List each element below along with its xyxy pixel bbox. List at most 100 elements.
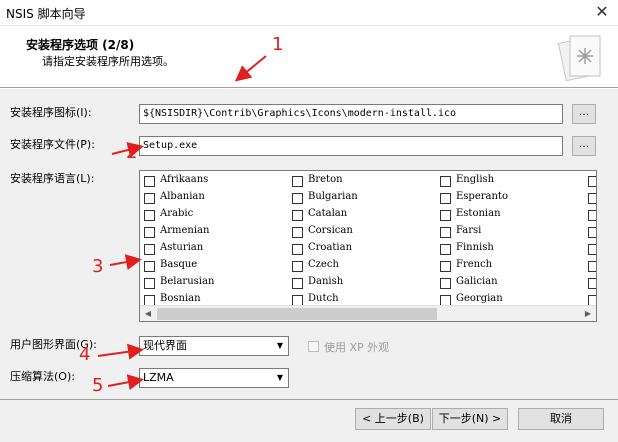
installer-icon-input[interactable]: ${NSISDIR}\Contrib\Graphics\Icons\modern… bbox=[139, 104, 563, 124]
language-label: Galician bbox=[456, 276, 498, 287]
language-checkbox[interactable] bbox=[292, 193, 303, 204]
installer-file-input[interactable]: Setup.exe bbox=[139, 136, 563, 156]
language-item[interactable]: Esperanto bbox=[436, 190, 586, 207]
chevron-down-icon[interactable]: ▼ bbox=[272, 369, 288, 387]
compress-select[interactable]: LZMA ▼ bbox=[139, 368, 289, 388]
language-column-4-partial bbox=[584, 173, 596, 309]
scroll-right-icon[interactable]: ▶ bbox=[580, 306, 596, 321]
language-checkbox[interactable] bbox=[292, 176, 303, 187]
language-label: Czech bbox=[308, 259, 339, 270]
language-label: Farsi bbox=[456, 225, 482, 236]
language-checkbox[interactable] bbox=[440, 261, 451, 272]
language-checkbox[interactable] bbox=[292, 278, 303, 289]
back-button[interactable]: < 上一步(B) bbox=[355, 408, 431, 430]
language-column-1: Afrikaans Albanian Arabic Armenian Asturian B… bbox=[140, 173, 290, 309]
language-checkbox[interactable] bbox=[440, 210, 451, 221]
file-label: 安装程序文件(P): bbox=[10, 138, 95, 151]
wizard-header: 安装程序选项 (2/8) 请指定安装程序所用选项。 bbox=[0, 26, 618, 89]
language-label: Bulgarian bbox=[308, 191, 358, 202]
language-checkbox[interactable] bbox=[588, 261, 596, 272]
browse-file-button[interactable]: ... bbox=[572, 136, 596, 156]
language-checkbox[interactable] bbox=[440, 193, 451, 204]
language-checkbox[interactable] bbox=[144, 261, 155, 272]
language-checkbox[interactable] bbox=[292, 227, 303, 238]
language-label: Breton bbox=[308, 174, 343, 185]
language-label: Croatian bbox=[308, 242, 353, 253]
scroll-left-icon[interactable]: ◀ bbox=[140, 306, 156, 321]
language-item[interactable]: Albanian bbox=[140, 190, 290, 207]
language-checkbox[interactable] bbox=[144, 244, 155, 255]
title-bar: NSIS 脚本向导 ✕ bbox=[0, 0, 618, 26]
language-label: Basque bbox=[160, 259, 198, 270]
chevron-down-icon[interactable]: ▼ bbox=[272, 337, 288, 355]
language-label: Estonian bbox=[456, 208, 501, 219]
language-checkbox[interactable] bbox=[144, 193, 155, 204]
language-item[interactable]: Belarusian bbox=[140, 275, 290, 292]
language-item[interactable]: Corsican bbox=[288, 224, 438, 241]
language-checkbox[interactable] bbox=[588, 278, 596, 289]
language-checkbox[interactable] bbox=[588, 176, 596, 187]
language-checkbox[interactable] bbox=[440, 244, 451, 255]
language-checkbox[interactable] bbox=[588, 210, 596, 221]
wizard-footer: < 上一步(B) 下一步(N) > 取消 bbox=[0, 399, 618, 442]
language-checkbox[interactable] bbox=[588, 227, 596, 238]
language-label: Finnish bbox=[456, 242, 494, 253]
language-item[interactable]: Galician bbox=[436, 275, 586, 292]
language-item[interactable]: Basque bbox=[140, 258, 290, 275]
language-checkbox[interactable] bbox=[144, 176, 155, 187]
language-checkbox[interactable] bbox=[292, 244, 303, 255]
xp-style-label: 使用 XP 外观 bbox=[324, 341, 390, 354]
language-label: English bbox=[456, 174, 495, 185]
language-checkbox[interactable] bbox=[440, 227, 451, 238]
language-checkbox[interactable] bbox=[292, 210, 303, 221]
language-item[interactable]: Farsi bbox=[436, 224, 586, 241]
language-checkbox[interactable] bbox=[292, 261, 303, 272]
language-label: Albanian bbox=[160, 191, 205, 202]
installer-book-icon bbox=[558, 35, 601, 82]
next-button[interactable]: 下一步(N) > bbox=[432, 408, 508, 430]
language-checkbox[interactable] bbox=[588, 244, 596, 255]
language-checkbox[interactable] bbox=[440, 176, 451, 187]
language-label: Afrikaans bbox=[160, 174, 209, 185]
language-item[interactable]: Estonian bbox=[436, 207, 586, 224]
language-column-2: Breton Bulgarian Catalan Corsican Croatian Cz… bbox=[288, 173, 438, 309]
language-label: Corsican bbox=[308, 225, 353, 236]
language-item[interactable]: Asturian bbox=[140, 241, 290, 258]
language-item[interactable]: Croatian bbox=[288, 241, 438, 258]
cancel-button[interactable]: 取消 bbox=[518, 408, 604, 430]
icon-label: 安装程序图标(I): bbox=[10, 106, 92, 119]
language-label: Bosnian bbox=[160, 293, 201, 304]
close-icon[interactable]: ✕ bbox=[592, 2, 612, 22]
language-item[interactable]: Czech bbox=[288, 258, 438, 275]
language-item[interactable]: Arabic bbox=[140, 207, 290, 224]
language-checkbox[interactable] bbox=[144, 278, 155, 289]
language-label: Arabic bbox=[160, 208, 194, 219]
language-checkbox[interactable] bbox=[440, 278, 451, 289]
language-item[interactable]: Armenian bbox=[140, 224, 290, 241]
language-item[interactable]: Afrikaans bbox=[140, 173, 290, 190]
annotation-2: 2 bbox=[126, 142, 138, 163]
language-label: Danish bbox=[308, 276, 344, 287]
language-checkbox[interactable] bbox=[144, 227, 155, 238]
scroll-thumb[interactable] bbox=[157, 308, 437, 320]
ui-select-value: 现代界面 bbox=[143, 339, 187, 352]
horizontal-scrollbar[interactable]: ◀ ▶ bbox=[140, 305, 596, 321]
language-item[interactable]: English bbox=[436, 173, 586, 190]
language-label: Dutch bbox=[308, 293, 339, 304]
language-item[interactable]: Finnish bbox=[436, 241, 586, 258]
language-column-3: English Esperanto Estonian Farsi Finnish Fren… bbox=[436, 173, 586, 309]
language-list[interactable]: Afrikaans Albanian Arabic Armenian Asturian B… bbox=[139, 170, 597, 322]
language-checkbox[interactable] bbox=[588, 193, 596, 204]
language-item[interactable]: French bbox=[436, 258, 586, 275]
language-label: 安装程序语言(L): bbox=[10, 172, 95, 185]
language-item[interactable]: Danish bbox=[288, 275, 438, 292]
language-item[interactable]: Breton bbox=[288, 173, 438, 190]
language-label: Belarusian bbox=[160, 276, 215, 287]
browse-icon-button[interactable]: ... bbox=[572, 104, 596, 124]
language-item[interactable]: Catalan bbox=[288, 207, 438, 224]
language-checkbox[interactable] bbox=[144, 210, 155, 221]
xp-style-checkbox[interactable] bbox=[308, 341, 319, 352]
ui-select[interactable]: 现代界面 ▼ bbox=[139, 336, 289, 356]
page-subtitle: 请指定安装程序所用选项。 bbox=[42, 55, 174, 68]
language-item[interactable]: Bulgarian bbox=[288, 190, 438, 207]
